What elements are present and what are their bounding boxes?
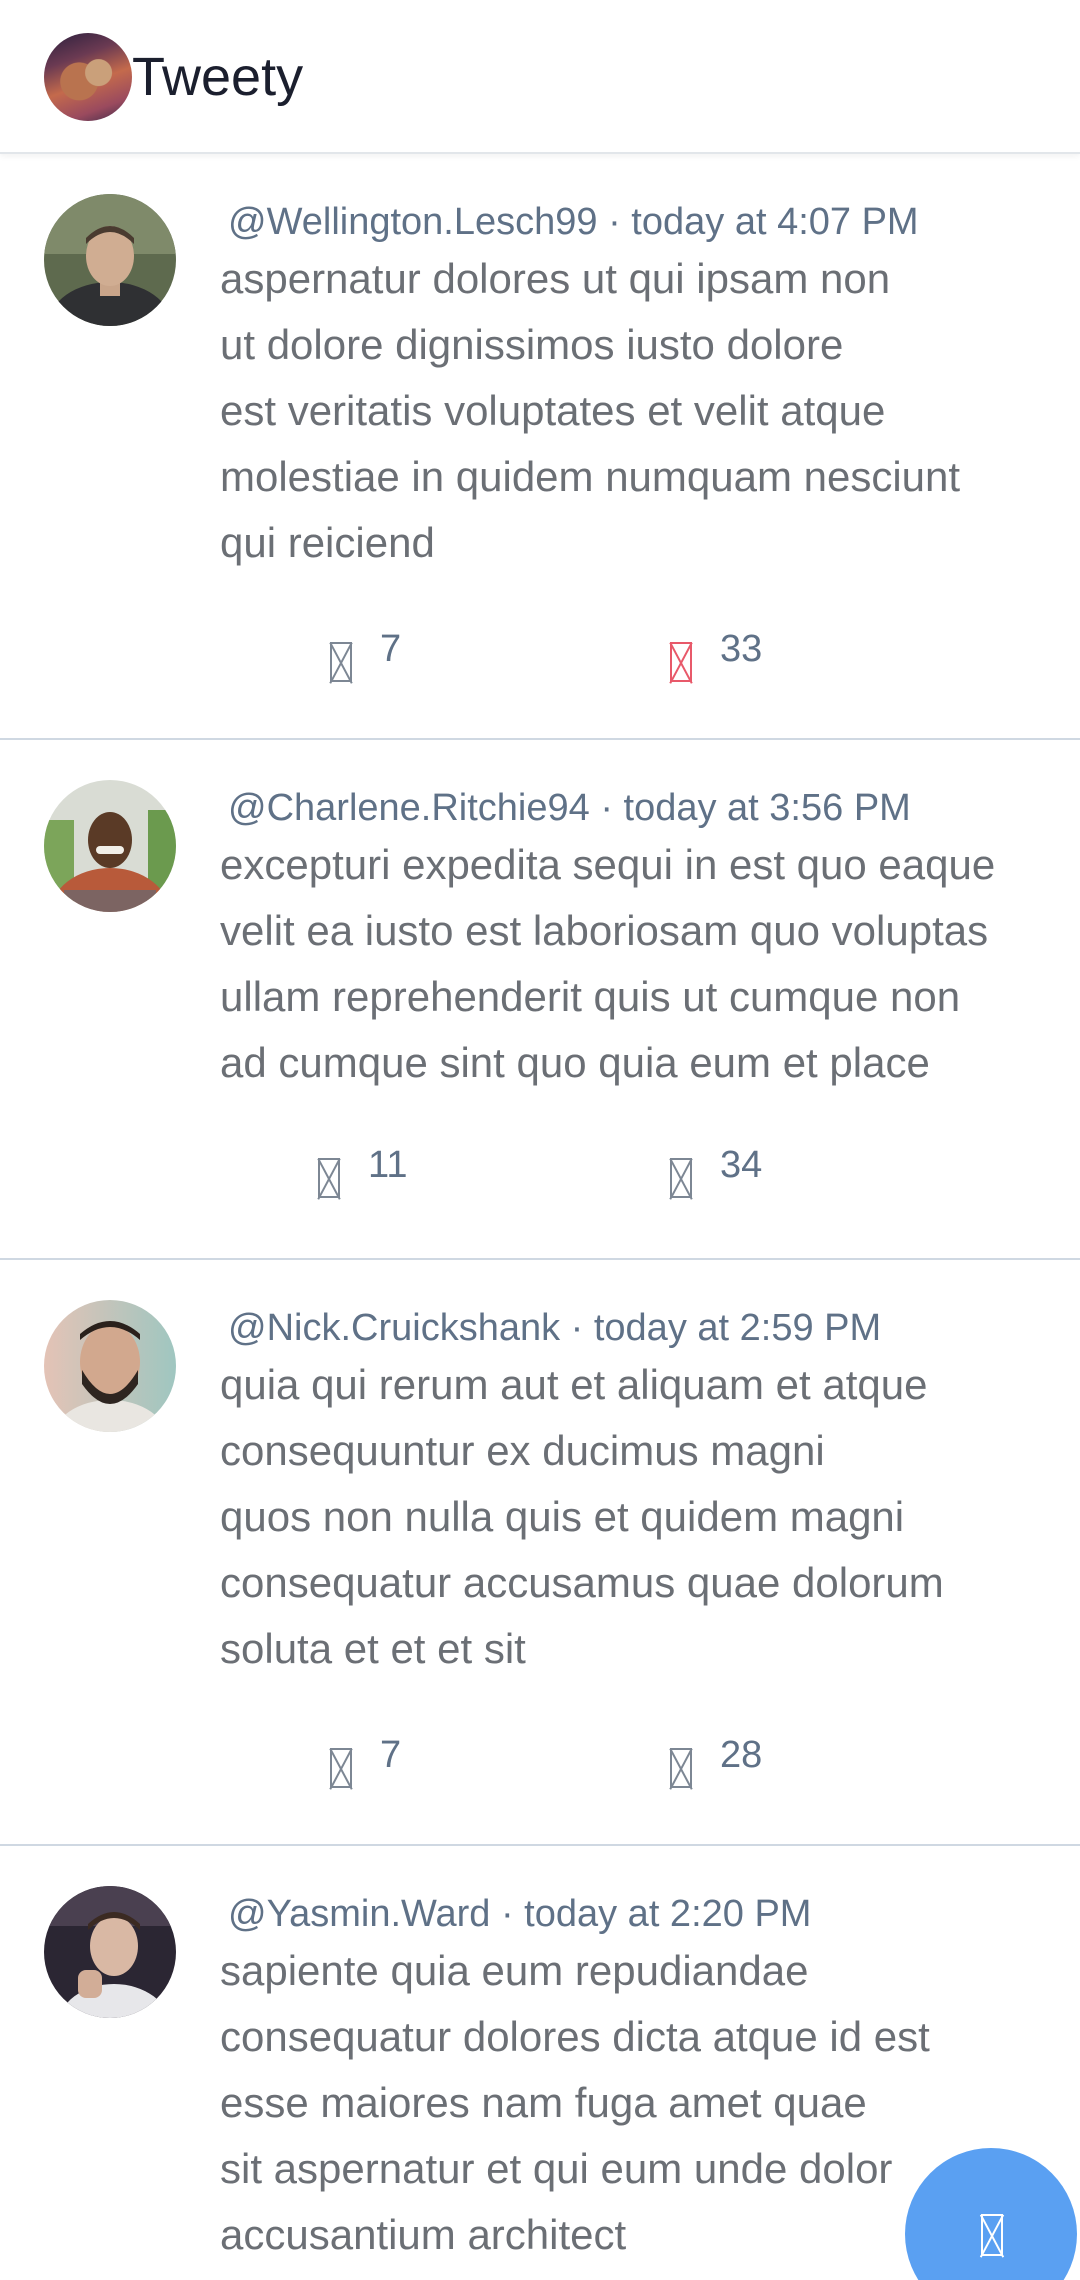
avatar[interactable] [44,194,176,326]
like-count: 28 [720,1733,763,1776]
profile-avatar[interactable] [44,33,132,121]
reply-button[interactable]: 7 [330,624,401,684]
like-count: 34 [720,1143,763,1186]
tweet-meta: @Nick.Cruickshank · today at 2:59 PM [228,1307,882,1349]
heart-icon [670,642,692,682]
reply-count: 11 [368,1143,408,1186]
reply-count: 7 [380,627,402,670]
tweet-body: aspernatur dolores ut qui ipsam non ut d… [220,255,961,566]
reply-icon [318,1158,340,1198]
tweet-item[interactable]: @Nick.Cruickshank · today at 2:59 PM qui… [0,1260,1080,1846]
reply-count: 7 [380,1733,402,1776]
tweet-body: quia qui rerum aut et aliquam et atque c… [220,1361,944,1672]
reply-button[interactable]: 11 [318,1140,407,1200]
like-button[interactable]: 34 [670,1140,762,1200]
avatar[interactable] [44,1886,176,2018]
tweet-meta: @Charlene.Ritchie94 · today at 3:56 PM [228,787,911,829]
tweet-item[interactable]: @Charlene.Ritchie94 · today at 3:56 PM e… [0,740,1080,1260]
app: Tweety @Wellington.Lesch99 · today at 4:… [0,0,1080,2280]
heart-icon [670,1158,692,1198]
app-title: Tweety [132,47,304,107]
tweet-meta: @Wellington.Lesch99 · today at 4:07 PM [228,201,919,243]
avatar[interactable] [44,780,176,912]
reply-button[interactable]: 7 [330,1730,401,1790]
tweet-item[interactable]: @Wellington.Lesch99 · today at 4:07 PM a… [0,154,1080,740]
heart-icon [670,1748,692,1788]
reply-icon [330,1748,352,1788]
like-button[interactable]: 33 [670,624,762,684]
compose-icon [981,2214,1003,2256]
tweet-meta: @Yasmin.Ward · today at 2:20 PM [228,1893,812,1935]
like-button[interactable]: 28 [670,1730,762,1790]
tweet-body: excepturi expedita sequi in est quo eaqu… [220,841,996,1086]
avatar[interactable] [44,1300,176,1432]
app-header: Tweety [0,0,1080,154]
reply-icon [330,642,352,682]
like-count: 33 [720,627,763,670]
